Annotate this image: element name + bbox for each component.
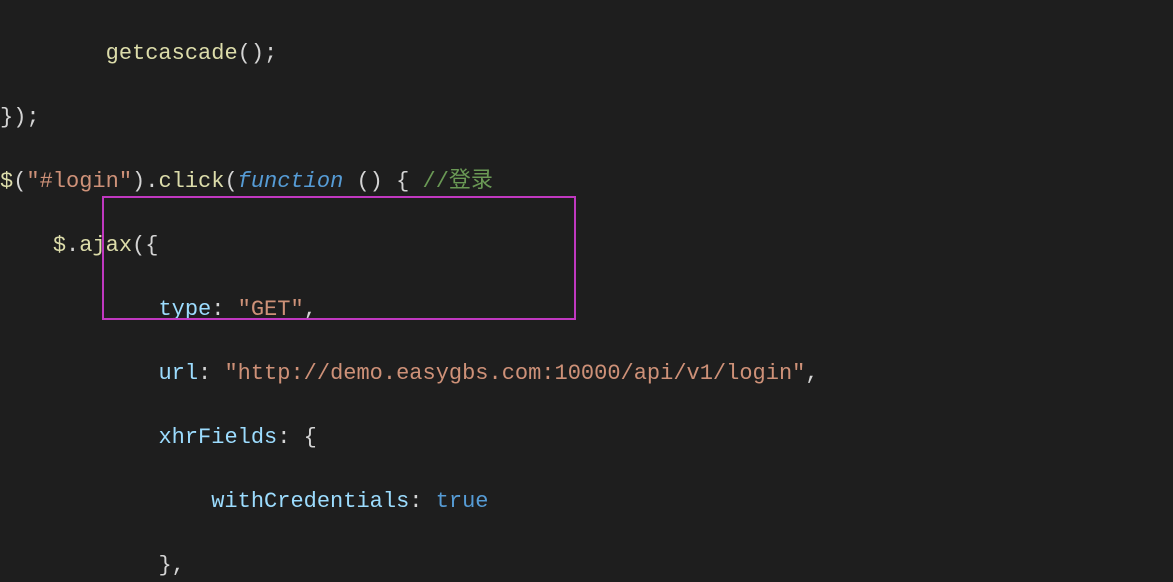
property-name: type bbox=[158, 297, 211, 322]
indent bbox=[0, 233, 53, 258]
code-line: }, bbox=[0, 550, 1173, 582]
method-call: ajax bbox=[79, 233, 132, 258]
punct: : { bbox=[277, 425, 317, 450]
code-line: xhrFields: { bbox=[0, 422, 1173, 454]
punct: }); bbox=[0, 105, 40, 130]
punct: }, bbox=[158, 553, 184, 578]
comment: //登录 bbox=[423, 169, 493, 194]
property-name: withCredentials bbox=[211, 489, 409, 514]
indent bbox=[0, 425, 158, 450]
property-name: xhrFields bbox=[158, 425, 277, 450]
punct: , bbox=[805, 361, 818, 386]
indent bbox=[0, 41, 106, 66]
keyword-function: function bbox=[238, 169, 344, 194]
string-literal: "http://demo.easygbs.com:10000/api/v1/lo… bbox=[224, 361, 805, 386]
punct: (); bbox=[238, 41, 278, 66]
punct: ({ bbox=[132, 233, 158, 258]
punct: ( bbox=[224, 169, 237, 194]
indent bbox=[0, 553, 158, 578]
code-editor[interactable]: getcascade(); }); $("#login").click(func… bbox=[0, 0, 1173, 582]
code-line: url: "http://demo.easygbs.com:10000/api/… bbox=[0, 358, 1173, 390]
code-line: getcascade(); bbox=[0, 38, 1173, 70]
boolean-literal: true bbox=[436, 489, 489, 514]
code-line: $.ajax({ bbox=[0, 230, 1173, 262]
method-call: click bbox=[158, 169, 224, 194]
indent bbox=[0, 361, 158, 386]
string-literal: "GET" bbox=[238, 297, 304, 322]
jquery-dollar: $ bbox=[53, 233, 66, 258]
indent bbox=[0, 297, 158, 322]
punct: : bbox=[409, 489, 435, 514]
punct: () { bbox=[343, 169, 422, 194]
indent bbox=[0, 489, 211, 514]
code-line: $("#login").click(function () { //登录 bbox=[0, 166, 1173, 198]
punct: ). bbox=[132, 169, 158, 194]
punct: : bbox=[211, 297, 237, 322]
punct: , bbox=[304, 297, 317, 322]
punct: . bbox=[66, 233, 79, 258]
string-literal: "#login" bbox=[26, 169, 132, 194]
property-name: url bbox=[158, 361, 198, 386]
code-line: }); bbox=[0, 102, 1173, 134]
code-line: withCredentials: true bbox=[0, 486, 1173, 518]
punct: : bbox=[198, 361, 224, 386]
code-line: type: "GET", bbox=[0, 294, 1173, 326]
jquery-dollar: $ bbox=[0, 169, 13, 194]
punct: ( bbox=[13, 169, 26, 194]
function-call: getcascade bbox=[106, 41, 238, 66]
